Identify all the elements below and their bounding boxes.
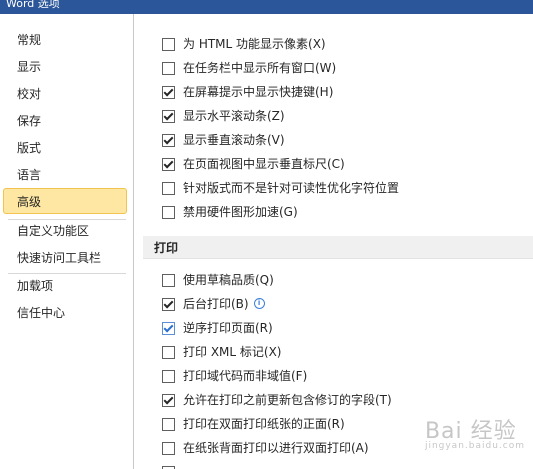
checkbox-checked[interactable]	[162, 322, 175, 335]
option-label: 禁用硬件图形加速(G)	[183, 205, 298, 219]
option-label: 允许在打印之前更新包含修订的字段(T)	[183, 393, 392, 407]
checkbox-checked[interactable]	[162, 86, 175, 99]
window-title: Word 选项	[6, 0, 60, 10]
section-title: 打印	[154, 241, 179, 255]
checkbox[interactable]	[162, 38, 175, 51]
checkbox[interactable]	[162, 442, 175, 455]
checkbox[interactable]	[162, 206, 175, 219]
sidebar-item-add-ins[interactable]: 加载项	[3, 272, 127, 298]
info-icon[interactable]: i	[253, 298, 265, 309]
sidebar-item-general[interactable]: 常规	[3, 26, 127, 52]
option-label: 在任务栏中显示所有窗口(W)	[183, 61, 337, 75]
advanced-options-panel: 为 HTML 功能显示像素(X) 在任务栏中显示所有窗口(W) 在屏幕提示中显示…	[134, 14, 533, 469]
checkbox[interactable]	[162, 418, 175, 431]
option-label: 显示水平滚动条(Z)	[183, 109, 285, 123]
checkbox-checked[interactable]	[162, 134, 175, 147]
option-label-wrap: 后台打印(B) i	[183, 295, 265, 313]
option-label: 在屏幕提示中显示快捷键(H)	[183, 85, 334, 99]
option-label: 使用草稿品质(Q)	[183, 273, 274, 287]
sidebar-item-proofing[interactable]: 校对	[3, 80, 127, 106]
checkbox[interactable]	[162, 346, 175, 359]
checkbox-checked[interactable]	[162, 298, 175, 311]
watermark: Bai 经验 jingyan.baidu.com	[425, 413, 525, 451]
option-label: 打印 XML 标记(X)	[183, 345, 282, 359]
option-label: 逆序打印页面(R)	[183, 321, 273, 335]
checkbox-checked[interactable]	[162, 158, 175, 171]
sidebar-item-customize-ribbon[interactable]: 自定义功能区	[3, 217, 127, 243]
option-label: 在纸张背面打印以进行双面打印(A)	[183, 441, 369, 455]
sidebar-item-save[interactable]: 保存	[3, 107, 127, 133]
option-label: 打印在双面打印纸张的正面(R)	[183, 417, 345, 431]
option-label: 为 HTML 功能显示像素(X)	[183, 37, 326, 51]
option-label: 显示垂直滚动条(V)	[183, 133, 285, 147]
checkbox[interactable]	[162, 370, 175, 383]
sidebar-item-quick-access-toolbar[interactable]: 快速访问工具栏	[3, 244, 127, 270]
option-label: 在页面视图中显示垂直标尺(C)	[183, 157, 345, 171]
title-bar: Word 选项	[0, 0, 533, 14]
checkbox[interactable]	[162, 274, 175, 287]
watermark-subtext: jingyan.baidu.com	[424, 441, 525, 451]
checkbox-checked[interactable]	[162, 110, 175, 123]
option-label: 针对版式而不是针对可读性优化字符位置	[183, 181, 400, 195]
sidebar-item-display[interactable]: 显示	[3, 53, 127, 79]
option-label: 打印域代码而非域值(F)	[183, 369, 308, 383]
checkbox[interactable]	[162, 182, 175, 195]
checkbox[interactable]	[162, 62, 175, 75]
sidebar-item-language[interactable]: 语言	[3, 161, 127, 187]
sidebar-item-trust-center[interactable]: 信任中心	[3, 299, 127, 325]
options-sidebar: 常规 显示 校对 保存 版式 语言 高级 自定义功能区 快速访问工具栏 加载项 …	[0, 14, 133, 469]
sidebar-item-advanced[interactable]: 高级	[3, 188, 127, 214]
checkbox-checked[interactable]	[162, 394, 175, 407]
sidebar-item-typography[interactable]: 版式	[3, 134, 127, 160]
option-label: 后台打印(B)	[183, 297, 249, 311]
print-section-header: 打印	[143, 236, 533, 259]
